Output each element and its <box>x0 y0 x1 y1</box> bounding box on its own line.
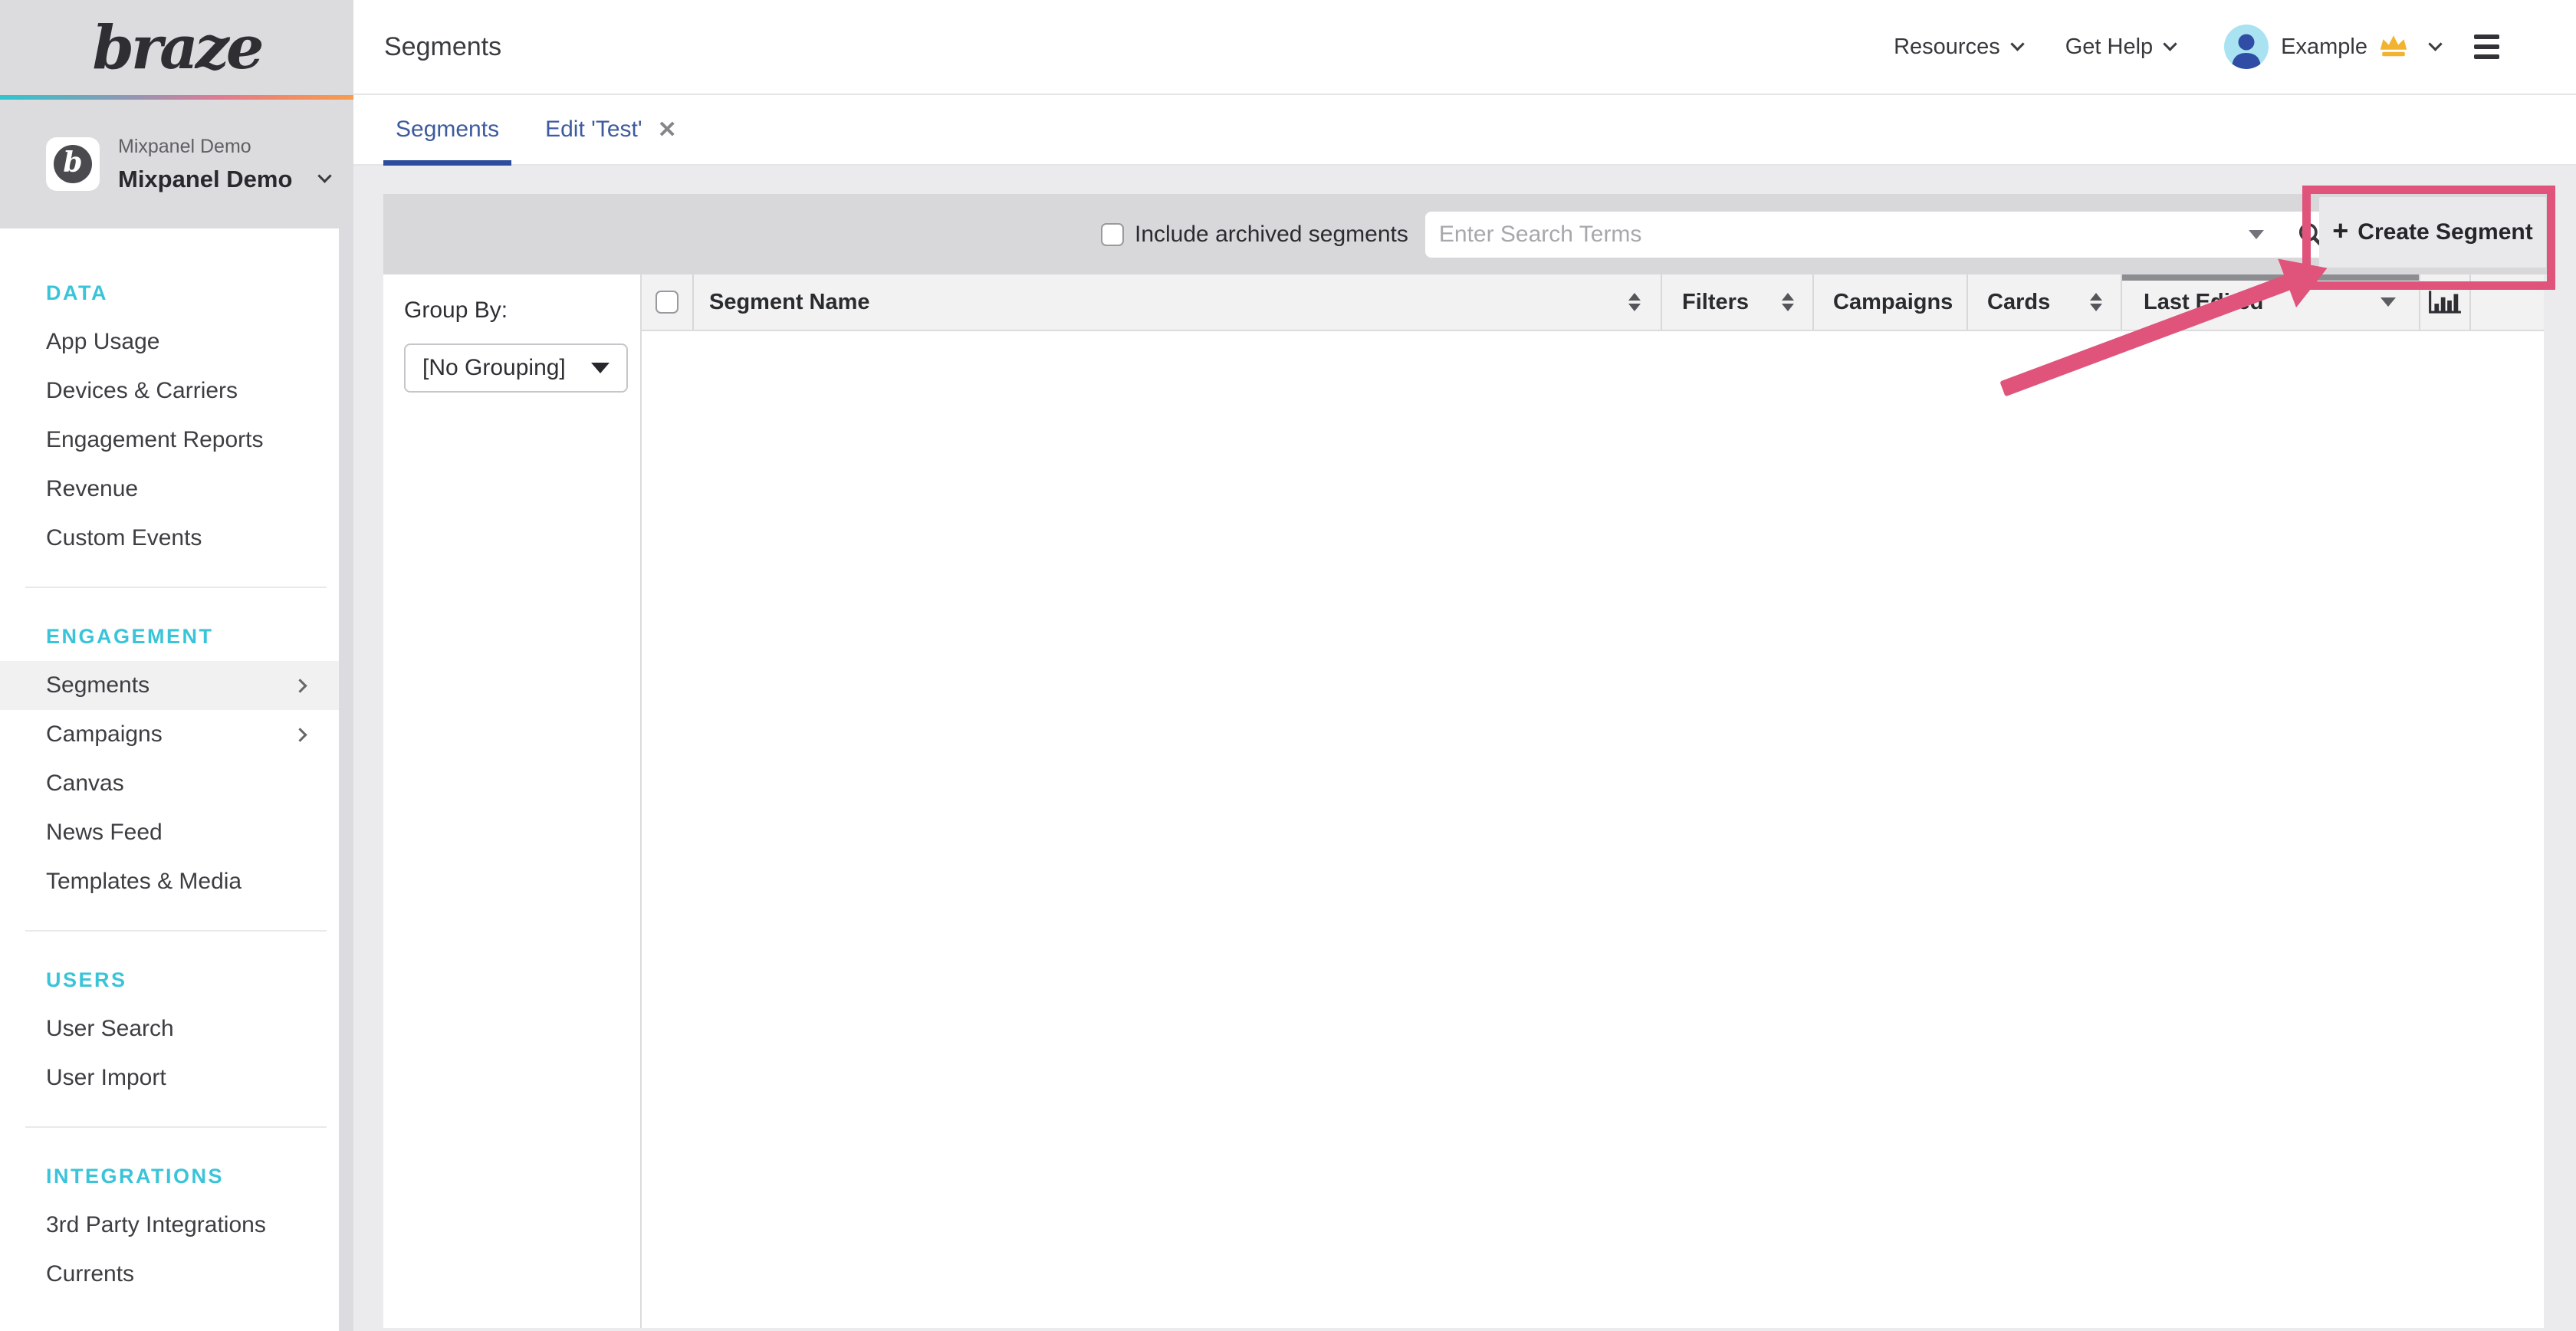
group-by-value: [No Grouping] <box>422 355 591 381</box>
archived-toggle: Include archived segments <box>1101 222 1408 248</box>
nav-divider <box>25 1126 327 1128</box>
chevron-down-icon <box>318 169 332 182</box>
create-segment-label: Create Segment <box>2358 219 2532 245</box>
chevron-down-icon <box>591 363 610 373</box>
sidebar-item-app-usage[interactable]: App Usage <box>0 317 339 366</box>
get-help-menu[interactable]: Get Help <box>2065 35 2175 60</box>
column-cards[interactable]: Cards <box>1968 274 2122 330</box>
column-label: Last Edited <box>2144 290 2263 315</box>
workspace-avatar-letter: b <box>54 145 92 183</box>
nav-section-users: USERS <box>0 955 339 1004</box>
sorted-column-indicator <box>2122 274 2419 281</box>
table-header-row: Segment Name Filters Campaigns Cards Las… <box>642 274 2544 331</box>
select-all-cell <box>642 274 694 330</box>
sidebar-item-user-search[interactable]: User Search <box>0 1004 339 1053</box>
chevron-right-icon <box>293 679 307 692</box>
search-input[interactable] <box>1428 222 2249 248</box>
page-title: Segments <box>384 32 501 62</box>
sidebar-item-news-feed[interactable]: News Feed <box>0 808 339 857</box>
group-by-label: Group By: <box>404 297 640 324</box>
sidebar-item-canvas[interactable]: Canvas <box>0 759 339 808</box>
workspace-company-label: Mixpanel Demo <box>118 136 330 158</box>
sidebar-item-segments[interactable]: Segments <box>0 661 339 710</box>
sidebar-item-campaigns[interactable]: Campaigns <box>0 710 339 759</box>
user-avatar[interactable] <box>2224 25 2269 69</box>
brand-header: braze <box>0 0 353 95</box>
search-box <box>1425 212 2342 258</box>
table-body-empty <box>642 331 2544 1328</box>
tab-edit-test[interactable]: Edit 'Test' ✕ <box>533 95 689 164</box>
nav-divider <box>25 587 327 588</box>
chevron-down-icon <box>2010 37 2024 51</box>
search-dropdown-caret-icon[interactable] <box>2249 230 2264 239</box>
tab-label: Segments <box>396 117 499 143</box>
sidebar-item-label: Segments <box>46 672 150 698</box>
column-segment-name[interactable]: Segment Name <box>694 274 1662 330</box>
top-header: Segments Resources Get Help Example <box>353 0 2576 95</box>
chevron-right-icon <box>293 728 307 741</box>
column-last-edited[interactable]: Last Edited <box>2122 274 2420 330</box>
sidebar-item-devices-carriers[interactable]: Devices & Carriers <box>0 366 339 416</box>
content-area: Include archived segments + Create Segme… <box>353 167 2576 1331</box>
sidebar-item-user-import[interactable]: User Import <box>0 1053 339 1103</box>
account-name: Example <box>2281 35 2367 60</box>
column-filters[interactable]: Filters <box>1662 274 1814 330</box>
sort-icon[interactable] <box>2090 293 2102 311</box>
hamburger-menu-icon[interactable] <box>2474 35 2499 59</box>
group-by-panel: Group By: [No Grouping] <box>383 274 642 1328</box>
column-label: Campaigns <box>1833 290 1953 315</box>
crown-icon <box>2378 35 2409 59</box>
column-blank <box>2471 274 2544 330</box>
sort-direction-caret-icon[interactable] <box>2380 297 2396 307</box>
sidebar-item-custom-events[interactable]: Custom Events <box>0 514 339 563</box>
workspace-switcher[interactable]: b Mixpanel Demo Mixpanel Demo <box>0 100 353 228</box>
sidebar-item-3rd-party-integrations[interactable]: 3rd Party Integrations <box>0 1201 339 1250</box>
sidebar-item-revenue[interactable]: Revenue <box>0 465 339 514</box>
chevron-down-icon <box>2163 37 2177 51</box>
workspace-avatar: b <box>46 137 100 191</box>
resources-menu[interactable]: Resources <box>1894 35 2022 60</box>
column-analytics[interactable] <box>2420 274 2471 330</box>
select-all-checkbox[interactable] <box>656 291 678 314</box>
get-help-label: Get Help <box>2065 35 2153 60</box>
nav-section-data: DATA <box>0 268 339 317</box>
close-icon[interactable]: ✕ <box>658 117 677 143</box>
main-area: Segments Resources Get Help Example <box>353 0 2576 1331</box>
resources-label: Resources <box>1894 35 2000 60</box>
segments-toolbar: Include archived segments <box>383 194 2547 274</box>
nav-divider <box>25 930 327 932</box>
tab-label: Edit 'Test' <box>545 117 642 143</box>
segments-table: Segment Name Filters Campaigns Cards Las… <box>642 274 2544 1328</box>
bar-chart-icon <box>2427 289 2463 315</box>
workspace-name-label: Mixpanel Demo <box>118 166 292 193</box>
tabs-bar: Segments Edit 'Test' ✕ <box>353 95 2576 166</box>
sidebar-item-currents[interactable]: Currents <box>0 1250 339 1299</box>
column-label: Filters <box>1682 290 1749 315</box>
column-label: Cards <box>1987 290 2050 315</box>
account-menu[interactable]: Example <box>2281 35 2440 60</box>
nav-section-integrations: INTEGRATIONS <box>0 1152 339 1201</box>
sidebar: braze b Mixpanel Demo Mixpanel Demo DATA… <box>0 0 353 1331</box>
braze-logo: braze <box>92 13 261 83</box>
sidebar-nav: DATA App Usage Devices & Carriers Engage… <box>0 228 339 1331</box>
column-label: Segment Name <box>709 290 870 315</box>
column-campaigns[interactable]: Campaigns <box>1814 274 1968 330</box>
sidebar-item-engagement-reports[interactable]: Engagement Reports <box>0 416 339 465</box>
person-icon <box>2224 25 2269 69</box>
sort-icon[interactable] <box>1782 293 1794 311</box>
sidebar-item-templates-media[interactable]: Templates & Media <box>0 857 339 906</box>
sidebar-item-label: Campaigns <box>46 721 163 747</box>
include-archived-checkbox[interactable] <box>1101 223 1124 246</box>
sort-icon[interactable] <box>1628 293 1641 311</box>
tab-segments[interactable]: Segments <box>383 95 511 164</box>
group-by-select[interactable]: [No Grouping] <box>404 343 628 393</box>
include-archived-label: Include archived segments <box>1135 222 1408 248</box>
chevron-down-icon <box>2428 37 2442 51</box>
create-segment-button[interactable]: + Create Segment <box>2319 197 2546 268</box>
plus-icon: + <box>2332 215 2348 247</box>
nav-section-engagement: ENGAGEMENT <box>0 612 339 661</box>
